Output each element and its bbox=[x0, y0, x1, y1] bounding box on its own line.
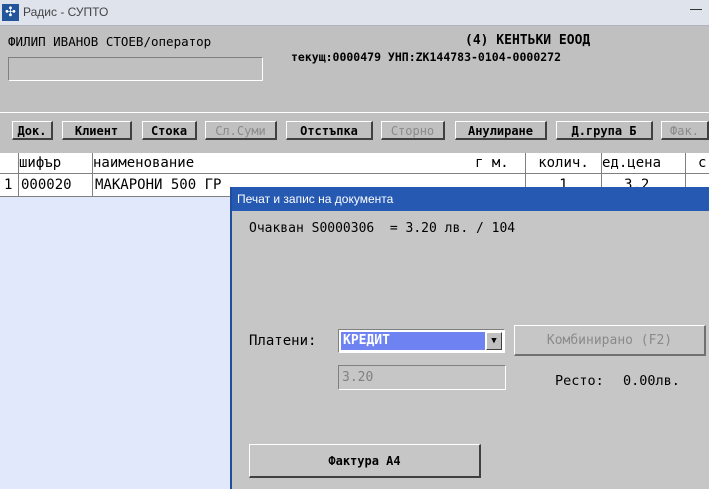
print-save-dialog: Печат и запис на документа Очакван S0000… bbox=[230, 187, 709, 489]
service-sums-button[interactable]: Сл.Суми bbox=[205, 121, 277, 140]
company-label: (4) КЕНТЬКИ ЕООД bbox=[465, 33, 591, 48]
row-number-header bbox=[0, 153, 19, 174]
window-title: Радис - СУПТО bbox=[23, 5, 109, 19]
change-label: Ресто: bbox=[555, 373, 604, 389]
goods-button[interactable]: Стока bbox=[142, 121, 197, 140]
column-header-code[interactable]: шифър bbox=[19, 153, 93, 174]
item-code: 000020 bbox=[19, 174, 93, 197]
minimize-icon[interactable] bbox=[690, 9, 702, 10]
change-value: 0.00лв. bbox=[623, 373, 680, 389]
scan-input[interactable] bbox=[8, 57, 263, 81]
payment-method-select[interactable]: КРЕДИТ ▼ bbox=[338, 329, 505, 353]
column-header-name[interactable]: наименование г м. bbox=[93, 153, 526, 174]
tax-group-b-button[interactable]: Д.група Б bbox=[556, 121, 653, 140]
invoice-short-button[interactable]: Фак. bbox=[661, 121, 709, 140]
invoice-a4-button[interactable]: Фактура А4 bbox=[249, 444, 481, 478]
combined-payment-button[interactable]: Комбинирано (F2) bbox=[514, 325, 706, 356]
dialog-title: Печат и запис на документа bbox=[232, 187, 709, 211]
dropdown-arrow-icon[interactable]: ▼ bbox=[486, 332, 502, 350]
column-header-qty[interactable]: колич. bbox=[526, 153, 602, 174]
payment-method-value: КРЕДИТ bbox=[341, 332, 485, 350]
column-header-sum[interactable]: с bbox=[686, 153, 709, 174]
discount-button[interactable]: Отстъпка bbox=[286, 121, 373, 140]
expected-amount: Очакван S0000306 = 3.20 лв. / 104 bbox=[249, 221, 516, 236]
column-header-name-label: наименование bbox=[93, 155, 195, 171]
title-bar: ✣ Радис - СУПТО bbox=[0, 0, 709, 26]
left-panel bbox=[0, 197, 230, 489]
column-header-unit: г м. bbox=[475, 155, 509, 171]
app-compass-icon[interactable]: ✣ bbox=[2, 4, 19, 21]
grid-header: шифър наименование г м. колич. ед.цена с bbox=[0, 153, 709, 174]
client-button[interactable]: Клиент bbox=[62, 121, 132, 140]
storno-button[interactable]: Сторно bbox=[381, 121, 445, 140]
document-info: текущ:0000479 УНП:ZK144783-0104-0000272 bbox=[291, 50, 562, 64]
column-header-price[interactable]: ед.цена bbox=[602, 153, 686, 174]
toolbar: Док. Клиент Стока Сл.Суми Отстъпка Сторн… bbox=[0, 112, 709, 153]
paid-label: Платени: bbox=[249, 333, 317, 349]
row-number: 1 bbox=[0, 174, 19, 197]
operator-label: ФИЛИП ИВАНОВ СТОЕВ/оператор bbox=[8, 34, 212, 49]
amount-field[interactable]: 3.20 bbox=[338, 365, 506, 390]
doc-button[interactable]: Док. bbox=[12, 121, 53, 140]
cancel-document-button[interactable]: Анулиране bbox=[455, 121, 547, 140]
